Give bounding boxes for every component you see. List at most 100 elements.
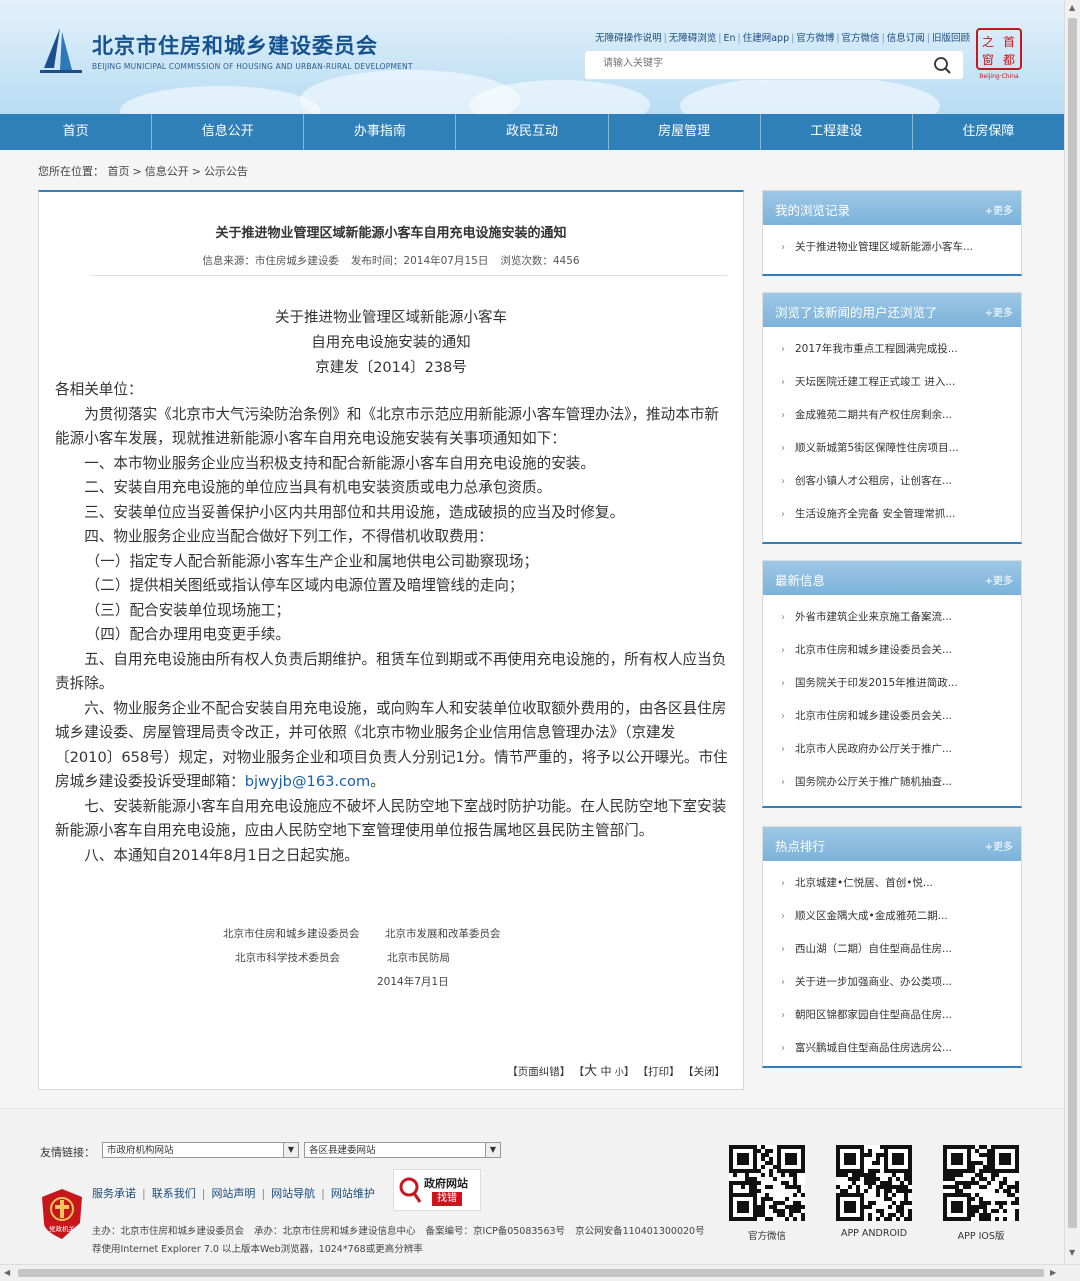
magnifier-icon xyxy=(399,1177,422,1203)
nav-housing-management[interactable]: 房屋管理 xyxy=(609,114,761,150)
list-item[interactable]: › 创客小镇人才公租房，让创客在... xyxy=(763,465,1021,498)
font-size-small-button[interactable]: 小 xyxy=(615,1068,624,1078)
search-input[interactable] xyxy=(601,57,925,70)
chevron-right-icon: › xyxy=(781,509,785,520)
more-link[interactable]: +更多 xyxy=(985,202,1013,217)
list-item[interactable]: › 关于进一步加强商业、办公类项... xyxy=(763,966,1021,999)
paragraph: 六、物业服务企业不配合安装自用充电设施，或向购车人和安装单位收取额外费用的，由各… xyxy=(55,699,728,791)
top-link-app[interactable]: 住建网app xyxy=(743,33,789,44)
scroll-down-icon[interactable]: ▼ xyxy=(1069,1248,1075,1257)
footer-link-statement[interactable]: 网站声明 xyxy=(211,1187,255,1200)
nav-info-disclosure[interactable]: 信息公开 xyxy=(152,114,305,150)
footer-link-sitemap[interactable]: 网站导航 xyxy=(271,1187,315,1200)
top-links: 无障碍操作说明 | 无障碍浏览 | En | 住建网app | 官方微博 | 官方微信 | 信息订阅 | 旧… xyxy=(595,33,970,44)
paragraph: 二、安装自用充电设施的单位应当具有机电安装资质或电力总承包资质。 xyxy=(84,479,552,496)
search-icon[interactable] xyxy=(933,56,951,74)
party-gov-badge-icon[interactable]: 党政机关 xyxy=(40,1187,84,1239)
nav-home[interactable]: 首页 xyxy=(0,114,153,150)
top-link-wechat[interactable]: 官方微信 xyxy=(842,33,880,44)
close-button[interactable]: 【关闭】 xyxy=(683,1066,725,1078)
commission-logo-icon[interactable] xyxy=(38,26,84,76)
friend-links-label: 友情链接： xyxy=(40,1146,95,1159)
footer-link-service-promise[interactable]: 服务承诺 xyxy=(92,1187,136,1200)
vertical-scrollbar[interactable]: ▲ ▼ xyxy=(1064,0,1080,1264)
site-title[interactable]: 北京市住房和城乡建设委员会 xyxy=(92,30,378,60)
qr-label: 官方微信 xyxy=(747,1231,786,1242)
font-size-medium-button[interactable]: 中 xyxy=(600,1065,611,1078)
list-item[interactable]: › 顺义区金隅大成•金成雅苑二期... xyxy=(763,900,1021,933)
operator-org: 承办：北京市住房和城乡建设信息中心 xyxy=(254,1226,416,1237)
nav-construction[interactable]: 工程建设 xyxy=(761,114,913,150)
list-item[interactable]: › 北京市人民政府办公厅关于推广... xyxy=(763,733,1021,766)
list-item[interactable]: › 天坛医院迁建工程正式竣工 进入... xyxy=(763,366,1021,399)
scroll-right-icon[interactable]: ▶ xyxy=(1050,1268,1056,1277)
chevron-down-icon[interactable]: ▼ xyxy=(485,1143,500,1157)
top-link-english[interactable]: En xyxy=(724,33,736,44)
footer-link-contact[interactable]: 联系我们 xyxy=(152,1187,196,1200)
list-item[interactable]: › 北京市住房和城乡建设委员会关... xyxy=(763,634,1021,667)
font-size-large-button[interactable]: 大 xyxy=(584,1064,597,1079)
nav-housing-security[interactable]: 住房保障 xyxy=(913,114,1064,150)
seal-char: 窗 xyxy=(982,53,994,67)
more-link[interactable]: +更多 xyxy=(985,572,1013,587)
qr-pattern-wechat xyxy=(729,1145,805,1221)
page-correction-button[interactable]: 【页面纠错】 xyxy=(507,1066,570,1078)
horizontal-scrollbar[interactable]: ◀ ▶ xyxy=(0,1264,1080,1281)
top-link-old-version[interactable]: 旧版回顾 xyxy=(932,33,970,44)
list-item[interactable]: › 北京市住房和城乡建设委员会关... xyxy=(763,700,1021,733)
chevron-right-icon: › xyxy=(781,744,785,755)
scroll-up-icon[interactable]: ▲ xyxy=(1069,3,1075,12)
top-link-accessibility-guide[interactable]: 无障碍操作说明 xyxy=(595,33,662,44)
more-link[interactable]: +更多 xyxy=(985,304,1013,319)
top-link-accessible-browse[interactable]: 无障碍浏览 xyxy=(669,33,717,44)
sidebar-box-title: 浏览了该新闻的用户还浏览了 xyxy=(775,305,938,320)
list-item[interactable]: › 国务院办公厅关于推广随机抽查... xyxy=(763,766,1021,799)
footer-link-maintenance[interactable]: 网站维护 xyxy=(331,1187,375,1200)
scrollbar-thumb[interactable] xyxy=(1068,18,1077,1228)
paragraph: 七、安装新能源小客车自用充电设施应不破坏人民防空地下室战时防护功能。在人民防空地… xyxy=(55,797,727,840)
top-link-subscribe[interactable]: 信息订阅 xyxy=(887,33,925,44)
signer-org: 北京市住房和城乡建设委员会 xyxy=(223,928,360,940)
nav-public-interaction[interactable]: 政民互动 xyxy=(456,114,609,150)
list-item[interactable]: › 西山湖（二期）自住型商品住房... xyxy=(763,933,1021,966)
signer-org: 北京市科学技术委员会 xyxy=(235,952,340,964)
scroll-left-icon[interactable]: ◀ xyxy=(4,1268,10,1277)
list-item[interactable]: › 顺义新城第5街区保障性住房项目... xyxy=(763,432,1021,465)
police-record[interactable]: 京公网安备110401300020号 xyxy=(575,1226,715,1237)
list-item[interactable]: › 富兴鹏城自住型商品住房选房公... xyxy=(763,1032,1021,1065)
more-link[interactable]: +更多 xyxy=(985,838,1013,853)
list-item[interactable]: › 2017年我市重点工程圆满完成投... xyxy=(763,333,1021,366)
chevron-right-icon: › xyxy=(781,377,785,388)
chevron-right-icon: › xyxy=(781,911,785,922)
list-item[interactable]: › 国务院关于印发2015年推进简政... xyxy=(763,667,1021,700)
sidebar-box-hot: 热点排行 +更多 › 北京城建•仁悦居、首创•悦... › 顺义区金隅大成•金成雅苑… xyxy=(762,826,1022,1068)
nav-service-guide[interactable]: 办事指南 xyxy=(304,114,457,150)
breadcrumb-notices[interactable]: 公示公告 xyxy=(204,165,248,178)
list-item[interactable]: › 朝阳区锦都家园自住型商品住房... xyxy=(763,999,1021,1032)
footer-links: 服务承诺 | 联系我们 | 网站声明 | 网站导航 | 网站维护 xyxy=(92,1187,375,1200)
list-item[interactable]: › 北京城建•仁悦居、首创•悦... xyxy=(763,867,1021,900)
gov-site-error-report[interactable]: 政府网站 找错 xyxy=(393,1169,481,1211)
list-item[interactable]: › 金成雅苑二期共有产权住房剩余... xyxy=(763,399,1021,432)
chevron-down-icon[interactable]: ▼ xyxy=(283,1143,298,1157)
icp-number[interactable]: 备案编号：京ICP备05083563号 xyxy=(426,1226,576,1237)
signer-org: 北京市发展和改革委员会 xyxy=(385,928,501,940)
breadcrumb-home[interactable]: 首页 xyxy=(108,165,130,178)
badge-text: 党政机关 xyxy=(49,1224,76,1233)
list-item[interactable]: › 关于推进物业管理区域新能源小客车... xyxy=(763,231,1021,264)
article-panel: 关于推进物业管理区域新能源小客车自用充电设施安装的通知 信息来源：市住房城乡建设… xyxy=(38,190,744,1090)
gov-agency-select[interactable]: 市政府机构网站 ▼ xyxy=(102,1142,299,1158)
scrollbar-thumb[interactable] xyxy=(18,1269,1044,1277)
sidebar-box-title: 我的浏览记录 xyxy=(775,203,851,218)
breadcrumb-info[interactable]: 信息公开 xyxy=(145,165,189,178)
complaint-email-link[interactable]: bjwyjb@163.com xyxy=(245,773,370,790)
top-link-weibo[interactable]: 官方微博 xyxy=(796,33,834,44)
paragraph: 五、自用充电设施由所有权人负责后期维护。租赁车位到期或不再使用充电设施的，所有权… xyxy=(55,650,727,693)
list-item[interactable]: › 生活设施齐全完备 安全管理常抓... xyxy=(763,498,1021,531)
print-button[interactable]: 【打印】 xyxy=(638,1066,680,1078)
paragraph-text: 六、物业服务企业不配合安装自用充电设施，或向购车人和安装单位收取额外费用的，由各… xyxy=(55,699,728,791)
paragraph: 一、本市物业服务企业应当积极支持和配合新能源小客车自用充电设施的安装。 xyxy=(84,454,595,472)
list-item[interactable]: › 外省市建筑企业来京施工备案流... xyxy=(763,601,1021,634)
sidebar-box-header: 我的浏览记录 +更多 xyxy=(763,191,1021,225)
district-commission-select[interactable]: 各区县建委网站 ▼ xyxy=(304,1142,501,1158)
